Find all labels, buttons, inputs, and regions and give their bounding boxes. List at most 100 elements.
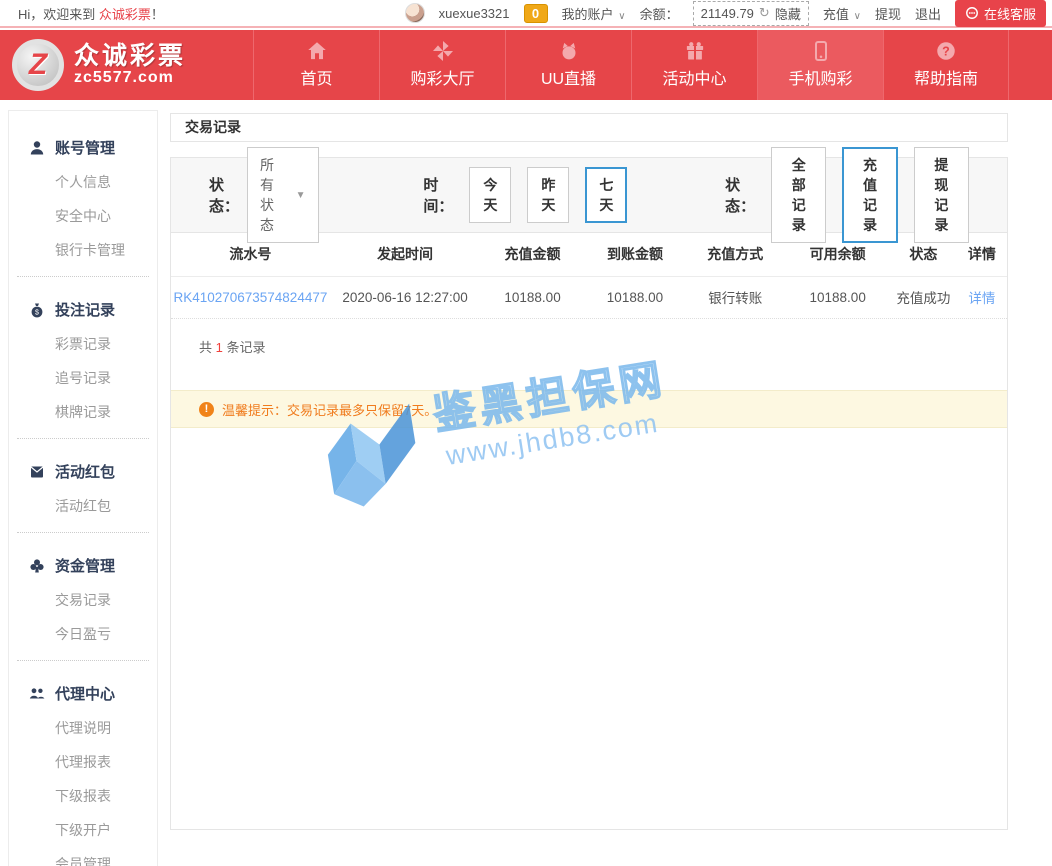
cell-balance: 10188.00: [785, 276, 890, 318]
sidebar-item-sub-report[interactable]: 下级报表: [9, 778, 157, 812]
sidebar-item-security-center[interactable]: 安全中心: [9, 198, 157, 232]
type-filter-recharge[interactable]: 充值记录: [842, 147, 897, 243]
balance-box: 21149.79 ↻ 隐藏: [693, 1, 809, 26]
sidebar-section-title: 投注记录: [55, 299, 115, 320]
nav-item-help-guide[interactable]: ? 帮助指南: [883, 30, 1009, 100]
balance-value: 21149.79: [701, 6, 754, 21]
logo-domain: zc5577.com: [74, 69, 186, 87]
page-title: 交易记录: [170, 113, 1008, 142]
sidebar-item-member-manage[interactable]: 会员管理: [9, 846, 157, 866]
warning-icon: !: [199, 402, 214, 417]
status-filter-label: 状态：: [209, 174, 239, 216]
username: xuexue3321: [439, 6, 510, 21]
logout-button[interactable]: 退出: [915, 4, 941, 23]
recharge-menu[interactable]: 充值 ∨: [823, 4, 861, 23]
nav-item-activity-center[interactable]: 活动中心: [631, 30, 757, 100]
nav-item-home[interactable]: 首页: [253, 30, 379, 100]
type-filter-label: 状态：: [725, 174, 755, 216]
my-account-menu[interactable]: 我的账户 ∨: [562, 4, 626, 23]
user-avatar[interactable]: [405, 3, 425, 23]
sidebar-section-red-packet: 活动红包 活动红包: [9, 443, 157, 537]
club-icon: [29, 558, 45, 574]
sidebar-item-sub-open[interactable]: 下级开户: [9, 812, 157, 846]
moneybag-icon: $: [29, 302, 45, 318]
notice-bar: ! 温馨提示：交易记录最多只保留7天。: [171, 390, 1007, 428]
time-filter-seven-days[interactable]: 七天: [585, 167, 627, 223]
status-dropdown[interactable]: 所有状态 ▼: [247, 147, 319, 243]
main-nav: Z 众诚彩票 zc5577.com 首页 购彩大厅 UU直播 活动中心: [0, 30, 1052, 100]
logo-icon: Z: [12, 39, 64, 91]
sidebar-section-account: 账号管理 个人信息 安全中心 银行卡管理: [9, 119, 157, 281]
notice-text: 温馨提示：交易记录最多只保留7天。: [222, 400, 437, 419]
sidebar-item-activity-red-packet[interactable]: 活动红包: [9, 488, 157, 522]
sidebar-section-funds: 资金管理 交易记录 今日盈亏: [9, 537, 157, 665]
type-filter-all[interactable]: 全部记录: [771, 147, 826, 243]
phone-icon: [811, 41, 831, 61]
nav-item-lottery-hall[interactable]: 购彩大厅: [379, 30, 505, 100]
customer-service-button[interactable]: 在线客服: [955, 0, 1046, 27]
records-table: 流水号 发起时间 充值金额 到账金额 充值方式 可用余额 状态 详情 RK410…: [171, 233, 1007, 318]
greeting: Hi，欢迎来到 众诚彩票！: [0, 4, 164, 23]
nav-item-uu-live[interactable]: UU直播: [505, 30, 631, 100]
headset-icon: [965, 6, 979, 20]
detail-link[interactable]: 详情: [968, 291, 995, 306]
sidebar-section-title: 代理中心: [55, 683, 115, 704]
withdraw-button[interactable]: 提现: [875, 4, 901, 23]
col-time: 发起时间: [330, 233, 480, 276]
sidebar-item-board-records[interactable]: 棋牌记录: [9, 394, 157, 428]
content-panel: 状态： 所有状态 ▼ 时间： 今天 昨天 七天 状态： 全部记录 充值记录 提现…: [170, 157, 1008, 830]
record-count-summary: 共 1 条记录: [171, 319, 1007, 372]
home-icon: [307, 41, 327, 61]
message-count-badge[interactable]: 0: [524, 4, 548, 23]
chevron-down-icon: ∨: [616, 11, 626, 22]
col-recharge-amount: 充值金额: [480, 233, 585, 276]
cell-status: 充值成功: [890, 276, 957, 318]
sidebar-item-agent-info[interactable]: 代理说明: [9, 710, 157, 744]
type-filter-withdraw[interactable]: 提现记录: [914, 147, 969, 243]
hide-balance-button[interactable]: 隐藏: [775, 4, 801, 23]
table-row: RK410270673574824477 2020-06-16 12:27:00…: [171, 276, 1007, 318]
logo-title: 众诚彩票: [74, 43, 186, 69]
users-icon: [29, 686, 45, 702]
pinwheel-icon: [433, 41, 453, 61]
help-icon: ?: [936, 41, 956, 61]
cell-recharge-amount: 10188.00: [480, 276, 585, 318]
sidebar-item-chase-records[interactable]: 追号记录: [9, 360, 157, 394]
red-envelope-icon: [29, 464, 45, 480]
time-filter-yesterday[interactable]: 昨天: [527, 167, 569, 223]
sidebar-section-bet-records: $ 投注记录 彩票记录 追号记录 棋牌记录: [9, 281, 157, 443]
balance-label: 余额：: [640, 4, 679, 23]
cell-arrival-amount: 10188.00: [585, 276, 685, 318]
sidebar-item-agent-report[interactable]: 代理报表: [9, 744, 157, 778]
sidebar-item-today-profit[interactable]: 今日盈亏: [9, 616, 157, 650]
time-filter-today[interactable]: 今天: [469, 167, 511, 223]
svg-text:$: $: [35, 309, 39, 316]
sidebar-section-title: 账号管理: [55, 137, 115, 158]
sidebar-item-personal-info[interactable]: 个人信息: [9, 164, 157, 198]
record-count: 1: [216, 340, 223, 355]
col-arrival-amount: 到账金额: [585, 233, 685, 276]
cell-time: 2020-06-16 12:27:00: [330, 276, 480, 318]
chevron-down-icon: ∨: [851, 11, 861, 22]
sidebar-item-bank-card[interactable]: 银行卡管理: [9, 232, 157, 266]
page: Hi，欢迎来到 众诚彩票！ xuexue3321 0 我的账户 ∨ 余额： 21…: [0, 0, 1052, 866]
sidebar-item-transaction-records[interactable]: 交易记录: [9, 582, 157, 616]
nav-item-mobile-lottery[interactable]: 手机购彩: [757, 30, 883, 100]
svg-text:?: ?: [942, 44, 950, 58]
serial-number-link[interactable]: RK410270673574824477: [173, 290, 327, 305]
refresh-icon[interactable]: ↻: [759, 5, 770, 21]
topbar: Hi，欢迎来到 众诚彩票！ xuexue3321 0 我的账户 ∨ 余额： 21…: [0, 0, 1052, 28]
live-cat-icon: [559, 41, 579, 61]
greeting-brand: 众诚彩票: [99, 7, 151, 22]
site-logo[interactable]: Z 众诚彩票 zc5577.com: [0, 30, 253, 100]
sidebar: 账号管理 个人信息 安全中心 银行卡管理 $ 投注记录 彩票记录 追号记录 棋牌…: [8, 110, 158, 866]
watermark: 鉴黑担保网 www.jhdb8.com: [312, 340, 760, 555]
time-filter-label: 时间：: [423, 174, 453, 216]
sidebar-item-lottery-records[interactable]: 彩票记录: [9, 326, 157, 360]
sidebar-section-agent: 代理中心 代理说明 代理报表 下级报表 下级开户 会员管理 投注明细 交易明细: [9, 665, 157, 866]
chevron-down-icon: ▼: [296, 190, 306, 201]
gift-icon: [685, 41, 705, 61]
greeting-suffix: ！: [151, 7, 164, 22]
sidebar-section-title: 活动红包: [55, 461, 115, 482]
nav-menu: 首页 购彩大厅 UU直播 活动中心 手机购彩 ? 帮助指南: [253, 30, 1052, 100]
